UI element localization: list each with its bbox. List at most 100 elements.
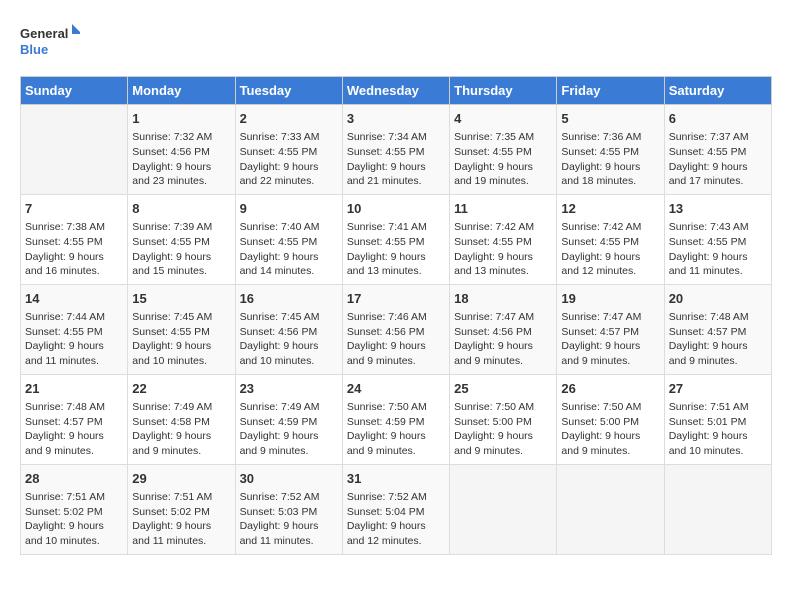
calendar-cell: 8 Sunrise: 7:39 AMSunset: 4:55 PMDaylight… bbox=[128, 194, 235, 284]
day-number: 2 bbox=[240, 110, 338, 128]
day-number: 1 bbox=[132, 110, 230, 128]
day-info: Sunrise: 7:52 AMSunset: 5:03 PMDaylight:… bbox=[240, 491, 320, 547]
calendar-cell: 28 Sunrise: 7:51 AMSunset: 5:02 PMDayligh… bbox=[21, 464, 128, 554]
day-number: 28 bbox=[25, 470, 123, 488]
day-info: Sunrise: 7:39 AMSunset: 4:55 PMDaylight:… bbox=[132, 221, 212, 277]
day-number: 14 bbox=[25, 290, 123, 308]
day-number: 12 bbox=[561, 200, 659, 218]
day-number: 22 bbox=[132, 380, 230, 398]
calendar-week-row: 21 Sunrise: 7:48 AMSunset: 4:57 PMDayligh… bbox=[21, 374, 772, 464]
day-info: Sunrise: 7:50 AMSunset: 5:00 PMDaylight:… bbox=[454, 401, 534, 457]
day-number: 4 bbox=[454, 110, 552, 128]
calendar-table: SundayMondayTuesdayWednesdayThursdayFrid… bbox=[20, 76, 772, 555]
day-number: 27 bbox=[669, 380, 767, 398]
day-number: 26 bbox=[561, 380, 659, 398]
day-info: Sunrise: 7:43 AMSunset: 4:55 PMDaylight:… bbox=[669, 221, 749, 277]
weekday-header-monday: Monday bbox=[128, 77, 235, 105]
calendar-cell: 10Sunrise: 7:41 AMSunset: 4:55 PMDayligh… bbox=[342, 194, 449, 284]
day-number: 13 bbox=[669, 200, 767, 218]
day-info: Sunrise: 7:38 AMSunset: 4:55 PMDaylight:… bbox=[25, 221, 105, 277]
day-number: 17 bbox=[347, 290, 445, 308]
calendar-cell: 25 Sunrise: 7:50 AMSunset: 5:00 PMDayligh… bbox=[450, 374, 557, 464]
calendar-cell: 29 Sunrise: 7:51 AMSunset: 5:02 PMDayligh… bbox=[128, 464, 235, 554]
weekday-header-friday: Friday bbox=[557, 77, 664, 105]
calendar-cell: 20 Sunrise: 7:48 AMSunset: 4:57 PMDayligh… bbox=[664, 284, 771, 374]
page-header: General Blue bbox=[20, 20, 772, 60]
logo-svg: General Blue bbox=[20, 20, 80, 60]
calendar-cell: 12 Sunrise: 7:42 AMSunset: 4:55 PMDayligh… bbox=[557, 194, 664, 284]
calendar-cell bbox=[21, 105, 128, 195]
weekday-header-sunday: Sunday bbox=[21, 77, 128, 105]
calendar-cell: 21 Sunrise: 7:48 AMSunset: 4:57 PMDayligh… bbox=[21, 374, 128, 464]
calendar-cell: 13 Sunrise: 7:43 AMSunset: 4:55 PMDayligh… bbox=[664, 194, 771, 284]
weekday-header-thursday: Thursday bbox=[450, 77, 557, 105]
day-number: 6 bbox=[669, 110, 767, 128]
day-info: Sunrise: 7:48 AMSunset: 4:57 PMDaylight:… bbox=[669, 311, 749, 367]
day-info: Sunrise: 7:51 AMSunset: 5:02 PMDaylight:… bbox=[25, 491, 105, 547]
day-info: Sunrise: 7:48 AMSunset: 4:57 PMDaylight:… bbox=[25, 401, 105, 457]
calendar-cell: 30 Sunrise: 7:52 AMSunset: 5:03 PMDayligh… bbox=[235, 464, 342, 554]
calendar-cell bbox=[664, 464, 771, 554]
calendar-cell: 18Sunrise: 7:47 AMSunset: 4:56 PMDayligh… bbox=[450, 284, 557, 374]
day-info: Sunrise: 7:50 AMSunset: 4:59 PMDaylight:… bbox=[347, 401, 427, 457]
calendar-cell: 23Sunrise: 7:49 AMSunset: 4:59 PMDayligh… bbox=[235, 374, 342, 464]
day-info: Sunrise: 7:51 AMSunset: 5:01 PMDaylight:… bbox=[669, 401, 749, 457]
day-number: 30 bbox=[240, 470, 338, 488]
day-number: 23 bbox=[240, 380, 338, 398]
calendar-week-row: 28 Sunrise: 7:51 AMSunset: 5:02 PMDayligh… bbox=[21, 464, 772, 554]
day-number: 7 bbox=[25, 200, 123, 218]
day-info: Sunrise: 7:36 AMSunset: 4:55 PMDaylight:… bbox=[561, 131, 641, 187]
calendar-cell: 17Sunrise: 7:46 AMSunset: 4:56 PMDayligh… bbox=[342, 284, 449, 374]
calendar-cell: 7 Sunrise: 7:38 AMSunset: 4:55 PMDaylight… bbox=[21, 194, 128, 284]
day-number: 3 bbox=[347, 110, 445, 128]
day-info: Sunrise: 7:41 AMSunset: 4:55 PMDaylight:… bbox=[347, 221, 427, 277]
calendar-header-row: SundayMondayTuesdayWednesdayThursdayFrid… bbox=[21, 77, 772, 105]
day-info: Sunrise: 7:42 AMSunset: 4:55 PMDaylight:… bbox=[454, 221, 534, 277]
day-info: Sunrise: 7:52 AMSunset: 5:04 PMDaylight:… bbox=[347, 491, 427, 547]
day-info: Sunrise: 7:51 AMSunset: 5:02 PMDaylight:… bbox=[132, 491, 212, 547]
calendar-cell: 3 Sunrise: 7:34 AMSunset: 4:55 PMDaylight… bbox=[342, 105, 449, 195]
day-number: 5 bbox=[561, 110, 659, 128]
day-info: Sunrise: 7:50 AMSunset: 5:00 PMDaylight:… bbox=[561, 401, 641, 457]
day-number: 25 bbox=[454, 380, 552, 398]
day-number: 16 bbox=[240, 290, 338, 308]
day-info: Sunrise: 7:37 AMSunset: 4:55 PMDaylight:… bbox=[669, 131, 749, 187]
day-info: Sunrise: 7:40 AMSunset: 4:55 PMDaylight:… bbox=[240, 221, 320, 277]
day-info: Sunrise: 7:45 AMSunset: 4:56 PMDaylight:… bbox=[240, 311, 320, 367]
calendar-week-row: 1 Sunrise: 7:32 AMSunset: 4:56 PMDaylight… bbox=[21, 105, 772, 195]
calendar-cell: 26 Sunrise: 7:50 AMSunset: 5:00 PMDayligh… bbox=[557, 374, 664, 464]
calendar-cell: 24Sunrise: 7:50 AMSunset: 4:59 PMDayligh… bbox=[342, 374, 449, 464]
calendar-cell: 15Sunrise: 7:45 AMSunset: 4:55 PMDayligh… bbox=[128, 284, 235, 374]
day-info: Sunrise: 7:42 AMSunset: 4:55 PMDaylight:… bbox=[561, 221, 641, 277]
day-info: Sunrise: 7:35 AMSunset: 4:55 PMDaylight:… bbox=[454, 131, 534, 187]
calendar-cell: 2Sunrise: 7:33 AMSunset: 4:55 PMDaylight… bbox=[235, 105, 342, 195]
calendar-cell: 16 Sunrise: 7:45 AMSunset: 4:56 PMDayligh… bbox=[235, 284, 342, 374]
weekday-header-saturday: Saturday bbox=[664, 77, 771, 105]
day-number: 8 bbox=[132, 200, 230, 218]
calendar-cell: 19Sunrise: 7:47 AMSunset: 4:57 PMDayligh… bbox=[557, 284, 664, 374]
weekday-header-wednesday: Wednesday bbox=[342, 77, 449, 105]
day-number: 9 bbox=[240, 200, 338, 218]
calendar-cell: 6 Sunrise: 7:37 AMSunset: 4:55 PMDaylight… bbox=[664, 105, 771, 195]
day-number: 21 bbox=[25, 380, 123, 398]
day-info: Sunrise: 7:32 AMSunset: 4:56 PMDaylight:… bbox=[132, 131, 212, 187]
calendar-cell: 27 Sunrise: 7:51 AMSunset: 5:01 PMDayligh… bbox=[664, 374, 771, 464]
calendar-cell: 1 Sunrise: 7:32 AMSunset: 4:56 PMDaylight… bbox=[128, 105, 235, 195]
weekday-header-tuesday: Tuesday bbox=[235, 77, 342, 105]
calendar-cell: 31Sunrise: 7:52 AMSunset: 5:04 PMDayligh… bbox=[342, 464, 449, 554]
calendar-week-row: 14Sunrise: 7:44 AMSunset: 4:55 PMDayligh… bbox=[21, 284, 772, 374]
calendar-cell: 9 Sunrise: 7:40 AMSunset: 4:55 PMDaylight… bbox=[235, 194, 342, 284]
calendar-week-row: 7 Sunrise: 7:38 AMSunset: 4:55 PMDaylight… bbox=[21, 194, 772, 284]
calendar-cell: 5 Sunrise: 7:36 AMSunset: 4:55 PMDaylight… bbox=[557, 105, 664, 195]
day-number: 29 bbox=[132, 470, 230, 488]
day-info: Sunrise: 7:49 AMSunset: 4:58 PMDaylight:… bbox=[132, 401, 212, 457]
day-info: Sunrise: 7:45 AMSunset: 4:55 PMDaylight:… bbox=[132, 311, 212, 367]
day-info: Sunrise: 7:47 AMSunset: 4:57 PMDaylight:… bbox=[561, 311, 641, 367]
svg-text:Blue: Blue bbox=[20, 42, 48, 57]
day-info: Sunrise: 7:34 AMSunset: 4:55 PMDaylight:… bbox=[347, 131, 427, 187]
calendar-cell: 22 Sunrise: 7:49 AMSunset: 4:58 PMDayligh… bbox=[128, 374, 235, 464]
day-number: 20 bbox=[669, 290, 767, 308]
calendar-cell bbox=[557, 464, 664, 554]
calendar-cell: 11Sunrise: 7:42 AMSunset: 4:55 PMDayligh… bbox=[450, 194, 557, 284]
calendar-cell: 14Sunrise: 7:44 AMSunset: 4:55 PMDayligh… bbox=[21, 284, 128, 374]
